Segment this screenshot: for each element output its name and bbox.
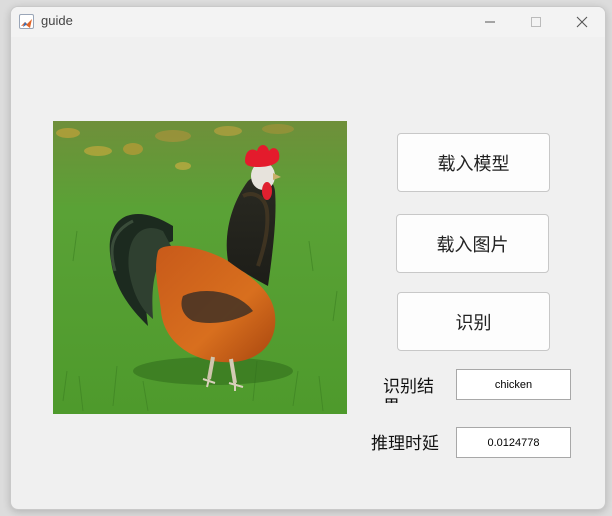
latency-label: 推理时延 [371, 434, 439, 454]
latency-field[interactable]: 0.0124778 [456, 427, 571, 458]
rooster-photo [53, 121, 347, 414]
close-icon [576, 16, 588, 28]
matlab-icon [19, 14, 34, 29]
minimize-button[interactable] [467, 7, 513, 37]
maximize-icon [531, 17, 541, 27]
window-title: guide [41, 13, 73, 28]
maximize-button[interactable] [513, 7, 559, 37]
close-button[interactable] [559, 7, 605, 37]
image-display [53, 121, 347, 414]
app-window: guide 载入模型 载入图片 识别 识别结 chicken 推理时延 0.01… [10, 6, 606, 510]
load-model-button[interactable]: 载入模型 [397, 133, 550, 192]
recognize-button[interactable]: 识别 [397, 292, 550, 351]
result-label: 识别结果 [383, 377, 434, 403]
result-field[interactable]: chicken [456, 369, 571, 400]
title-bar: guide [11, 7, 605, 37]
minimize-icon [485, 21, 495, 23]
load-image-button[interactable]: 载入图片 [396, 214, 549, 273]
